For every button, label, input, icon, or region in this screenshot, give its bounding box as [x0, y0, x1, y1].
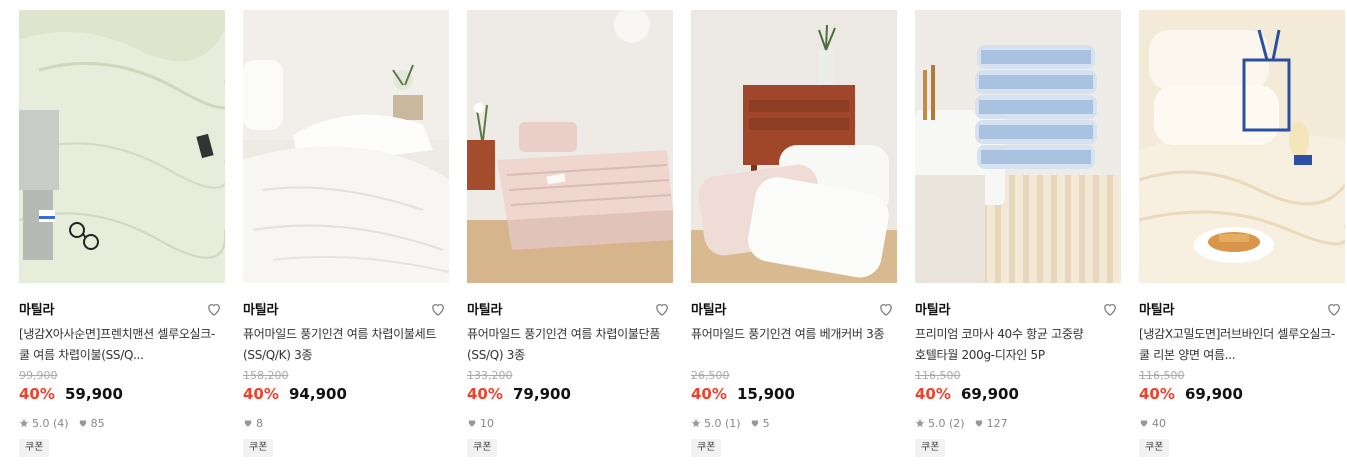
discount-rate: 40%: [467, 385, 503, 403]
product-image-bedding-white: [243, 10, 449, 283]
original-price: 116,500: [1139, 369, 1185, 382]
heart-outline-icon[interactable]: [205, 300, 223, 318]
sale-price: 59,900: [65, 385, 123, 403]
review-count: (4): [53, 416, 69, 430]
likes: 10: [467, 417, 494, 430]
rating-value: 5.0: [32, 416, 50, 430]
discount-rate: 40%: [915, 385, 951, 403]
brand-name[interactable]: 마틸라: [467, 303, 502, 318]
heart-outline-icon[interactable]: [1325, 300, 1343, 318]
coupon-badge: 쿠폰: [1139, 439, 1170, 457]
likes: 5: [750, 417, 770, 430]
heart-filled-icon: [751, 420, 758, 427]
coupon-badge: 쿠폰: [467, 439, 498, 457]
product-stats: 5.0 (4) 85: [19, 415, 225, 431]
heart-outline-icon[interactable]: [429, 300, 447, 318]
product-image[interactable]: [1139, 10, 1345, 283]
product-image[interactable]: [915, 10, 1121, 283]
star-icon: [691, 418, 701, 428]
product-title[interactable]: 퓨어마일드 풍기인견 여름 차렵이불단품(SS/Q) 3종: [467, 324, 673, 366]
heart-filled-icon: [244, 420, 252, 427]
original-price: 116,500: [915, 369, 961, 382]
likes-count: 127: [986, 416, 1008, 430]
heart-filled-icon: [468, 420, 476, 427]
product-grid: 마틸라 [냉감X아사순면]프렌치맨션 셀루오실크-쿨 여름 차렵이불(SS/Q.…: [0, 0, 1347, 469]
coupon-badge: 쿠폰: [19, 439, 50, 457]
sale-price: 69,900: [1185, 385, 1243, 403]
product-card[interactable]: 마틸라 [냉감X고밀도면]러브바인더 셀루오실크-쿨 리본 양면 여름... 1…: [1139, 10, 1345, 457]
discount-rate: 40%: [1139, 385, 1175, 403]
brand-name[interactable]: 마틸라: [691, 303, 726, 318]
review-count: (1): [725, 416, 741, 430]
heart-filled-icon: [1140, 420, 1148, 427]
likes: 85: [78, 417, 105, 430]
star-icon: [915, 418, 925, 428]
coupon-badge: 쿠폰: [243, 439, 274, 457]
discount-rate: 40%: [243, 385, 279, 403]
product-image-bedroom-pink: [467, 10, 673, 283]
likes-count: 85: [90, 416, 105, 430]
original-price: 133,200: [467, 369, 513, 382]
product-stats: 8: [243, 415, 449, 431]
heart-filled-icon: [975, 420, 982, 427]
product-stats: 10: [467, 415, 673, 431]
product-card[interactable]: 마틸라 [냉감X아사순면]프렌치맨션 셀루오실크-쿨 여름 차렵이불(SS/Q.…: [19, 10, 225, 457]
product-image-pillows: [691, 10, 897, 283]
likes-count: 10: [480, 416, 494, 430]
product-stats: 5.0 (2) 127: [915, 415, 1121, 431]
brand-name[interactable]: 마틸라: [915, 303, 950, 318]
original-price: 26,500: [691, 369, 730, 382]
product-stats: 5.0 (1) 5: [691, 415, 897, 431]
review-count: (2): [949, 416, 965, 430]
discount-rate: 40%: [691, 385, 727, 403]
heart-outline-icon[interactable]: [653, 300, 671, 318]
likes-count: 40: [1152, 416, 1166, 430]
product-title[interactable]: 프리미엄 코마사 40수 항균 고중량 호텔타월 200g-디자인 5P: [915, 324, 1121, 366]
product-stats: 40: [1139, 415, 1345, 431]
product-image[interactable]: [691, 10, 897, 283]
product-image-towels: [915, 10, 1121, 283]
product-image-bedding-green: [19, 10, 225, 283]
product-image[interactable]: [467, 10, 673, 283]
product-card[interactable]: 마틸라 퓨어마일드 풍기인견 여름 차렵이불단품(SS/Q) 3종 133,20…: [467, 10, 673, 457]
discount-rate: 40%: [19, 385, 55, 403]
likes-count: 8: [256, 416, 263, 430]
brand-name[interactable]: 마틸라: [243, 303, 278, 318]
product-card[interactable]: 마틸라 퓨어마일드 풍기인견 여름 차렵이불세트(SS/Q/K) 3종 158,…: [243, 10, 449, 457]
sale-price: 15,900: [737, 385, 795, 403]
original-price: 99,900: [19, 369, 58, 382]
coupon-badge: 쿠폰: [915, 439, 946, 457]
rating: 5.0 (4): [19, 417, 69, 430]
brand-name[interactable]: 마틸라: [1139, 303, 1174, 318]
heart-filled-icon: [79, 420, 86, 427]
likes: 40: [1139, 417, 1166, 430]
product-image[interactable]: [243, 10, 449, 283]
coupon-badge: 쿠폰: [691, 439, 722, 457]
product-title[interactable]: [냉감X아사순면]프렌치맨션 셀루오실크-쿨 여름 차렵이불(SS/Q...: [19, 324, 225, 366]
product-title[interactable]: 퓨어마일드 풍기인견 여름 베개커버 3종: [691, 324, 897, 366]
product-title[interactable]: 퓨어마일드 풍기인견 여름 차렵이불세트(SS/Q/K) 3종: [243, 324, 449, 366]
rating: 5.0 (2): [915, 417, 965, 430]
brand-name[interactable]: 마틸라: [19, 303, 54, 318]
sale-price: 69,900: [961, 385, 1019, 403]
heart-outline-icon[interactable]: [877, 300, 895, 318]
product-title[interactable]: [냉감X고밀도면]러브바인더 셀루오실크-쿨 리본 양면 여름...: [1139, 324, 1345, 366]
product-image[interactable]: [19, 10, 225, 283]
likes: 127: [974, 417, 1008, 430]
star-icon: [19, 418, 29, 428]
sale-price: 94,900: [289, 385, 347, 403]
sale-price: 79,900: [513, 385, 571, 403]
heart-outline-icon[interactable]: [1101, 300, 1119, 318]
likes-count: 5: [762, 416, 770, 430]
product-card[interactable]: 마틸라 퓨어마일드 풍기인견 여름 베개커버 3종 26,500 40% 15,…: [691, 10, 897, 457]
product-card[interactable]: 마틸라 프리미엄 코마사 40수 항균 고중량 호텔타월 200g-디자인 5P…: [915, 10, 1121, 457]
original-price: 158,200: [243, 369, 289, 382]
rating: 5.0 (1): [691, 417, 741, 430]
product-image-bedding-cream: [1139, 10, 1345, 283]
rating-value: 5.0: [928, 416, 946, 430]
likes: 8: [243, 417, 263, 430]
rating-value: 5.0: [704, 416, 722, 430]
